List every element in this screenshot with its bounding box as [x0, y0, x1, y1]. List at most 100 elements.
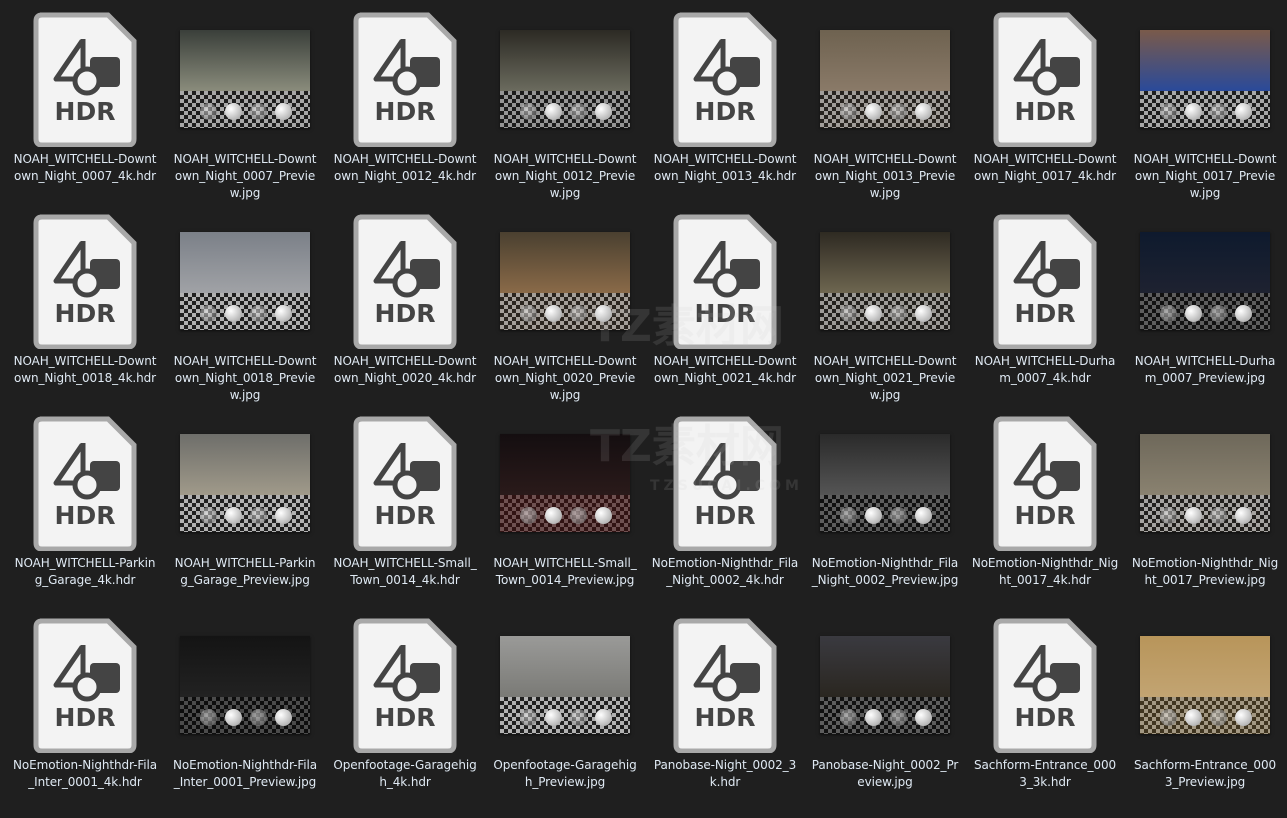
file-item-preview[interactable]: Openfootage-Garagehigh_Preview.jpg [485, 616, 645, 818]
file-thumbnail[interactable]: HDR [965, 616, 1125, 754]
file-thumbnail[interactable]: HDR [325, 414, 485, 552]
sphere [1210, 507, 1227, 524]
file-item-preview[interactable]: NOAH_WITCHELL-Small_Town_0014_Preview.jp… [485, 414, 645, 616]
file-item-preview[interactable]: NoEmotion-Nighthdr-Fila_Inter_0001_Previ… [165, 616, 325, 818]
file-thumbnail[interactable] [165, 212, 325, 350]
file-thumbnail[interactable] [485, 414, 645, 552]
file-item-preview[interactable]: NOAH_WITCHELL-Downtown_Night_0017_Previe… [1125, 10, 1285, 212]
sphere [275, 305, 292, 322]
file-thumbnail[interactable]: HDR [965, 212, 1125, 350]
file-item-preview[interactable]: Panobase-Night_0002_Preview.jpg [805, 616, 965, 818]
sphere [1235, 305, 1252, 322]
file-thumbnail[interactable]: HDR [5, 212, 165, 350]
file-name-label: NOAH_WITCHELL-Downtown_Night_0018_4k.hdr [13, 354, 157, 385]
file-grid: HDR NOAH_WITCHELL-Downtown_Night_0007_4k.… [5, 10, 1285, 818]
file-item-hdr[interactable]: HDR NoEmotion-Nighthdr-Fila_Inter_0001_4k… [5, 616, 165, 818]
file-name-label: NOAH_WITCHELL-Downtown_Night_0007_Previe… [173, 152, 317, 200]
file-item-preview[interactable]: Sachform-Entrance_0003_Preview.jpg [1125, 616, 1285, 818]
file-thumbnail[interactable] [485, 212, 645, 350]
file-item-hdr[interactable]: HDR NOAH_WITCHELL-Downtown_Night_0012_4k.… [325, 10, 485, 212]
file-thumbnail[interactable] [805, 10, 965, 148]
hdr-icon-label: HDR [1014, 299, 1076, 328]
file-thumbnail[interactable] [165, 10, 325, 148]
file-name-label: NOAH_WITCHELL-Downtown_Night_0007_4k.hdr [13, 152, 157, 183]
file-thumbnail[interactable]: HDR [645, 616, 805, 754]
hdr-icon-label: HDR [374, 501, 436, 530]
file-item-hdr[interactable]: HDR NOAH_WITCHELL-Downtown_Night_0020_4k.… [325, 212, 485, 414]
file-thumbnail[interactable]: HDR [645, 10, 805, 148]
file-thumbnail[interactable]: HDR [645, 414, 805, 552]
file-item-hdr[interactable]: HDR NOAH_WITCHELL-Downtown_Night_0007_4k.… [5, 10, 165, 212]
file-thumbnail[interactable] [485, 10, 645, 148]
file-thumbnail[interactable] [805, 414, 965, 552]
file-thumbnail[interactable] [1125, 212, 1285, 350]
file-thumbnail[interactable]: HDR [325, 212, 485, 350]
file-thumbnail[interactable] [165, 414, 325, 552]
file-thumbnail[interactable] [1125, 414, 1285, 552]
hdr-icon-label: HDR [694, 299, 756, 328]
file-thumbnail[interactable]: HDR [965, 10, 1125, 148]
hdr-file-icon: HDR [352, 617, 458, 754]
file-item-preview[interactable]: NOAH_WITCHELL-Downtown_Night_0013_Previe… [805, 10, 965, 212]
file-item-preview[interactable]: NOAH_WITCHELL-Downtown_Night_0021_Previe… [805, 212, 965, 414]
file-item-hdr[interactable]: HDR NOAH_WITCHELL-Durham_0007_4k.hdr [965, 212, 1125, 414]
file-thumbnail[interactable] [485, 616, 645, 754]
file-item-hdr[interactable]: HDR Panobase-Night_0002_3k.hdr [645, 616, 805, 818]
file-item-hdr[interactable]: HDR NoEmotion-Nighthdr_Night_0017_4k.hdr [965, 414, 1125, 616]
sphere [595, 507, 612, 524]
file-name-label: NOAH_WITCHELL-Downtown_Night_0013_Previe… [813, 152, 957, 200]
sphere [545, 709, 562, 726]
file-thumbnail[interactable] [1125, 10, 1285, 148]
file-item-hdr[interactable]: HDR NOAH_WITCHELL-Downtown_Night_0013_4k.… [645, 10, 805, 212]
file-thumbnail[interactable]: HDR [325, 10, 485, 148]
file-thumbnail[interactable]: HDR [645, 212, 805, 350]
file-thumbnail[interactable]: HDR [5, 616, 165, 754]
file-thumbnail[interactable]: HDR [965, 414, 1125, 552]
sphere [1210, 305, 1227, 322]
file-item-hdr[interactable]: HDR Openfootage-Garagehigh_4k.hdr [325, 616, 485, 818]
file-item-preview[interactable]: NoEmotion-Nighthdr_Fila_Night_0002_Previ… [805, 414, 965, 616]
sphere [520, 507, 537, 524]
preview-image [180, 232, 310, 330]
file-thumbnail[interactable]: HDR [5, 414, 165, 552]
hdr-file-icon: HDR [992, 617, 1098, 754]
file-thumbnail[interactable] [805, 212, 965, 350]
file-thumbnail[interactable]: HDR [5, 10, 165, 148]
file-item-hdr[interactable]: HDR NOAH_WITCHELL-Downtown_Night_0021_4k.… [645, 212, 805, 414]
sphere [915, 507, 932, 524]
file-item-preview[interactable]: NOAH_WITCHELL-Downtown_Night_0012_Previe… [485, 10, 645, 212]
sphere [915, 709, 932, 726]
file-name-label: NoEmotion-Nighthdr_Night_0017_Preview.jp… [1131, 556, 1279, 587]
file-thumbnail[interactable] [165, 616, 325, 754]
sphere [840, 305, 857, 322]
sphere [200, 305, 217, 322]
file-item-preview[interactable]: NOAH_WITCHELL-Downtown_Night_0020_Previe… [485, 212, 645, 414]
file-item-hdr[interactable]: HDR NOAH_WITCHELL-Parking_Garage_4k.hdr [5, 414, 165, 616]
preview-image [180, 636, 310, 734]
file-thumbnail[interactable] [805, 616, 965, 754]
file-item-hdr[interactable]: HDR Sachform-Entrance_0003_3k.hdr [965, 616, 1125, 818]
hdr-icon-label: HDR [54, 299, 116, 328]
sphere [250, 709, 267, 726]
file-thumbnail[interactable]: HDR [325, 616, 485, 754]
hdr-icon-label: HDR [54, 703, 116, 732]
preview-image [180, 434, 310, 532]
file-item-preview[interactable]: NoEmotion-Nighthdr_Night_0017_Preview.jp… [1125, 414, 1285, 616]
preview-image [820, 434, 950, 532]
file-name-label: Openfootage-Garagehigh_Preview.jpg [493, 758, 637, 789]
file-item-preview[interactable]: NOAH_WITCHELL-Parking_Garage_Preview.jpg [165, 414, 325, 616]
sphere [1160, 305, 1177, 322]
file-item-preview[interactable]: NOAH_WITCHELL-Downtown_Night_0018_Previe… [165, 212, 325, 414]
file-item-preview[interactable]: NOAH_WITCHELL-Durham_0007_Preview.jpg [1125, 212, 1285, 414]
preview-image [1140, 636, 1270, 734]
file-item-hdr[interactable]: HDR NOAH_WITCHELL-Downtown_Night_0018_4k.… [5, 212, 165, 414]
file-item-preview[interactable]: NOAH_WITCHELL-Downtown_Night_0007_Previe… [165, 10, 325, 212]
file-item-hdr[interactable]: HDR NOAH_WITCHELL-Small_Town_0014_4k.hdr [325, 414, 485, 616]
file-item-hdr[interactable]: HDR NOAH_WITCHELL-Downtown_Night_0017_4k.… [965, 10, 1125, 212]
file-item-hdr[interactable]: HDR NoEmotion-Nighthdr_Fila_Night_0002_4k… [645, 414, 805, 616]
hdr-file-icon: HDR [672, 415, 778, 552]
file-thumbnail[interactable] [1125, 616, 1285, 754]
sphere [570, 507, 587, 524]
sphere [275, 507, 292, 524]
file-name-label: Sachform-Entrance_0003_Preview.jpg [1133, 758, 1277, 789]
